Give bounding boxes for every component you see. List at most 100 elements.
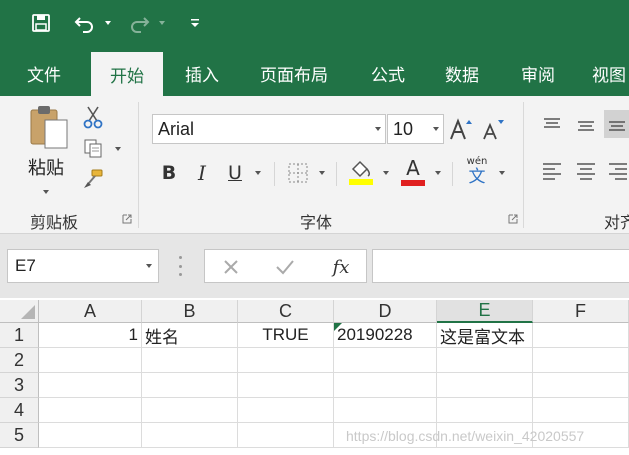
tab-file[interactable]: 文件 [12,50,76,96]
italic-button[interactable]: I [190,158,214,188]
cell-d2[interactable] [334,348,437,373]
cell-b3[interactable] [142,373,238,398]
font-size-combo[interactable]: 10 [387,114,444,144]
redo-icon[interactable] [124,9,154,37]
border-button[interactable] [284,158,312,188]
name-box[interactable]: E7 [7,249,159,283]
tab-view[interactable]: 视图 [584,50,629,96]
cell-d1-value: 20190228 [337,325,413,344]
cell-c5[interactable] [238,423,334,448]
column-header-f[interactable]: F [533,300,629,323]
chevron-down-icon [140,264,158,268]
font-launcher-icon[interactable] [508,214,518,224]
copy-icon[interactable] [80,136,106,160]
font-color-dropdown-icon[interactable] [432,168,444,178]
font-color-button[interactable]: A [398,156,428,188]
cell-a2[interactable] [39,348,142,373]
clipboard-group-label: 剪贴板 [30,213,79,232]
tab-review[interactable]: 审阅 [506,50,570,96]
cell-a3[interactable] [39,373,142,398]
cell-c2[interactable] [238,348,334,373]
align-bottom-icon[interactable] [604,110,629,138]
enter-icon[interactable] [273,255,297,279]
decrease-font-size-button[interactable] [480,114,506,144]
cell-d4[interactable] [334,398,437,423]
format-painter-icon[interactable] [80,166,106,192]
fill-color-button[interactable] [346,156,376,188]
border-dropdown-icon[interactable] [316,168,328,178]
row-header-5[interactable]: 5 [0,423,39,448]
row-header-2[interactable]: 2 [0,348,39,373]
cell-f1[interactable] [533,323,629,348]
cell-b4[interactable] [142,398,238,423]
cell-c3[interactable] [238,373,334,398]
cell-c4[interactable] [238,398,334,423]
align-left-icon[interactable] [538,158,566,184]
ribbon-home: 粘贴 剪贴板 Arial 10 B I U A wén 文 字体 对齐 [0,96,629,234]
column-header-d[interactable]: D [334,300,437,323]
align-right-icon[interactable] [606,158,629,184]
undo-dropdown-icon[interactable] [102,9,114,37]
error-indicator-icon [334,323,342,331]
column-header-b[interactable]: B [142,300,238,323]
insert-function-button[interactable]: fx [327,254,355,280]
divider [452,162,453,186]
tab-home[interactable]: 开始 [91,52,163,96]
tab-formulas[interactable]: 公式 [356,50,420,96]
increase-font-size-button[interactable] [448,114,474,144]
redo-dropdown-icon[interactable] [156,9,168,37]
phonetic-dropdown-icon[interactable] [496,168,508,178]
cell-e1[interactable]: 这是富文本 [437,323,533,348]
row-header-3[interactable]: 3 [0,373,39,398]
phonetic-guide-button[interactable]: wén 文 [460,154,494,188]
tab-data[interactable]: 数据 [430,50,494,96]
cell-a4[interactable] [39,398,142,423]
undo-icon[interactable] [70,9,100,37]
align-middle-icon[interactable] [572,112,600,138]
bold-button[interactable]: B [156,158,182,188]
clipboard-launcher-icon[interactable] [122,214,132,224]
cell-f4[interactable] [533,398,629,423]
align-center-icon[interactable] [572,158,600,184]
cell-f3[interactable] [533,373,629,398]
select-all-button[interactable] [0,300,39,323]
cell-b2[interactable] [142,348,238,373]
cell-b5[interactable] [142,423,238,448]
cell-e2[interactable] [437,348,533,373]
paste-button[interactable]: 粘贴 [18,104,74,200]
underline-dropdown-icon[interactable] [252,168,264,178]
cell-c1[interactable]: TRUE [238,323,334,348]
column-header-a[interactable]: A [39,300,142,323]
font-size-value: 10 [393,118,414,139]
customize-qat-icon[interactable] [186,9,204,37]
tab-page-layout[interactable]: 页面布局 [248,50,340,96]
cell-d1[interactable]: 20190228 [334,323,437,348]
cell-a1[interactable]: 1 [39,323,142,348]
row-header-4[interactable]: 4 [0,398,39,423]
cell-a5[interactable] [39,423,142,448]
cell-d3[interactable] [334,373,437,398]
column-header-e[interactable]: E [437,300,533,323]
underline-button[interactable]: U [222,158,248,188]
align-top-icon[interactable] [538,112,566,138]
decrease-font-icon [483,120,504,140]
paste-icon [30,106,68,149]
formula-bar: E7 fx [0,234,629,298]
save-icon[interactable] [28,9,54,37]
row-header-1[interactable]: 1 [0,323,39,348]
font-name-value: Arial [158,118,195,139]
tab-insert[interactable]: 插入 [170,50,234,96]
cell-e4[interactable] [437,398,533,423]
column-header-c[interactable]: C [238,300,334,323]
cell-f2[interactable] [533,348,629,373]
copy-dropdown-icon[interactable] [112,144,124,154]
fill-color-dropdown-icon[interactable] [380,168,392,178]
phonetic-char: 文 [468,166,486,187]
cell-e3[interactable] [437,373,533,398]
font-name-combo[interactable]: Arial [152,114,386,144]
formula-input[interactable] [372,249,629,283]
cut-icon[interactable] [80,104,106,130]
formula-bar-resize-handle[interactable] [176,256,184,276]
cell-b1[interactable]: 姓名 [142,323,238,348]
cancel-icon[interactable] [219,255,243,279]
